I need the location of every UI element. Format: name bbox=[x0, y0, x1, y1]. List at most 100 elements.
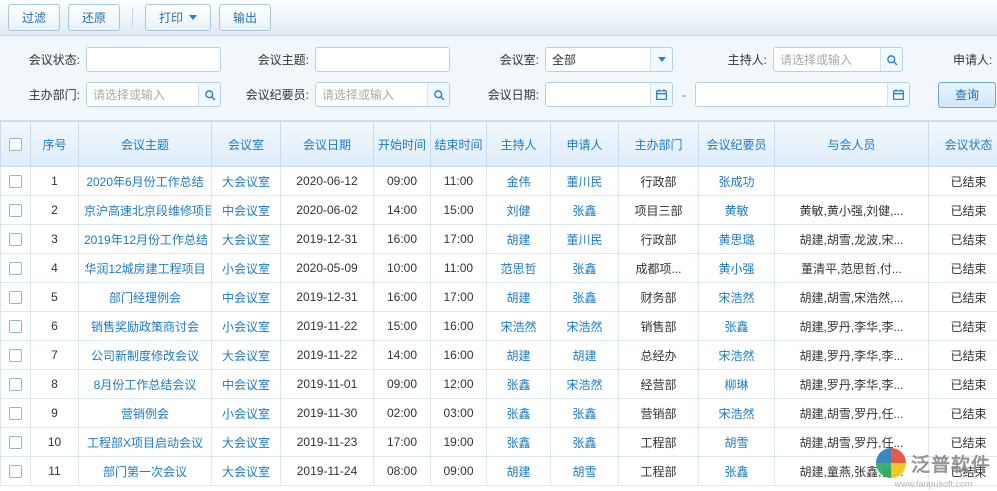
cell-host[interactable]: 胡建 bbox=[487, 283, 551, 312]
meeting-subject-input[interactable] bbox=[316, 48, 449, 71]
column-header-end[interactable]: 结束时间 bbox=[431, 122, 487, 167]
row-checkbox[interactable] bbox=[9, 262, 22, 275]
cell-room[interactable]: 大会议室 bbox=[212, 428, 281, 457]
table-row[interactable]: 10工程部X项目启动会议大会议室2019-11-2317:0019:00张鑫张鑫… bbox=[1, 428, 997, 457]
cell-recorder[interactable]: 黄小强 bbox=[699, 254, 775, 283]
meeting-room-select[interactable]: 全部 bbox=[545, 47, 673, 72]
table-row[interactable]: 9营销例会小会议室2019-11-3002:0003:00张鑫张鑫营销部宋浩然胡… bbox=[1, 399, 997, 428]
cell-host[interactable]: 张鑫 bbox=[487, 370, 551, 399]
column-header-date[interactable]: 会议日期 bbox=[281, 122, 374, 167]
recorder-search-zone[interactable] bbox=[427, 83, 449, 106]
row-checkbox[interactable] bbox=[9, 175, 22, 188]
cell-host[interactable]: 范思哲 bbox=[487, 254, 551, 283]
cell-recorder[interactable]: 黄思璐 bbox=[699, 225, 775, 254]
column-header-start[interactable]: 开始时间 bbox=[374, 122, 431, 167]
cell-applicant[interactable]: 张鑫 bbox=[551, 196, 619, 225]
print-button[interactable]: 打印 bbox=[145, 4, 211, 31]
column-header-room[interactable]: 会议室 bbox=[212, 122, 281, 167]
meeting-room-dropdown-zone[interactable] bbox=[650, 48, 672, 71]
column-header-host[interactable]: 主持人 bbox=[487, 122, 551, 167]
export-button[interactable]: 输出 bbox=[219, 4, 271, 31]
cell-host[interactable]: 胡建 bbox=[487, 457, 551, 486]
cell-room[interactable]: 中会议室 bbox=[212, 370, 281, 399]
select-all-checkbox[interactable] bbox=[9, 138, 22, 151]
cell-recorder[interactable]: 宋浩然 bbox=[699, 283, 775, 312]
query-button[interactable]: 查询 bbox=[938, 82, 996, 108]
column-header-dept[interactable]: 主办部门 bbox=[619, 122, 699, 167]
cell-recorder[interactable]: 柳琳 bbox=[699, 370, 775, 399]
table-row[interactable]: 6销售奖励政策商讨会小会议室2019-11-2215:0016:00宋浩然宋浩然… bbox=[1, 312, 997, 341]
cell-recorder[interactable]: 宋浩然 bbox=[699, 399, 775, 428]
table-row[interactable]: 88月份工作总结会议中会议室2019-11-0109:0012:00张鑫宋浩然经… bbox=[1, 370, 997, 399]
cell-room[interactable]: 中会议室 bbox=[212, 283, 281, 312]
cell-subject[interactable]: 工程部X项目启动会议 bbox=[79, 428, 212, 457]
restore-button[interactable]: 还原 bbox=[68, 4, 120, 31]
table-row[interactable]: 32019年12月份工作总结大会议室2019-12-3116:0017:00胡建… bbox=[1, 225, 997, 254]
column-header-status[interactable]: 会议状态 bbox=[929, 122, 997, 167]
cell-host[interactable]: 胡建 bbox=[487, 225, 551, 254]
cell-subject[interactable]: 华润12城房建工程项目 bbox=[79, 254, 212, 283]
cell-host[interactable]: 刘健 bbox=[487, 196, 551, 225]
cell-host[interactable]: 张鑫 bbox=[487, 399, 551, 428]
table-row[interactable]: 12020年6月份工作总结大会议室2020-06-1209:0011:00金伟董… bbox=[1, 167, 997, 196]
column-header-seq[interactable]: 序号 bbox=[31, 122, 79, 167]
row-checkbox[interactable] bbox=[9, 291, 22, 304]
cell-room[interactable]: 大会议室 bbox=[212, 225, 281, 254]
column-header-applicant[interactable]: 申请人 bbox=[551, 122, 619, 167]
cell-room[interactable]: 小会议室 bbox=[212, 399, 281, 428]
date-from-calendar-zone[interactable] bbox=[650, 83, 672, 106]
column-header-attendees[interactable]: 与会人员 bbox=[775, 122, 929, 167]
cell-subject[interactable]: 8月份工作总结会议 bbox=[79, 370, 212, 399]
cell-host[interactable]: 张鑫 bbox=[487, 428, 551, 457]
cell-applicant[interactable]: 张鑫 bbox=[551, 428, 619, 457]
cell-applicant[interactable]: 宋浩然 bbox=[551, 312, 619, 341]
table-row[interactable]: 11部门第一次会议大会议室2019-11-2408:0009:00胡建胡雪工程部… bbox=[1, 457, 997, 486]
row-checkbox[interactable] bbox=[9, 378, 22, 391]
meeting-status-input[interactable] bbox=[87, 48, 220, 71]
row-checkbox[interactable] bbox=[9, 320, 22, 333]
row-checkbox[interactable] bbox=[9, 465, 22, 478]
host-search-zone[interactable] bbox=[880, 48, 902, 71]
cell-room[interactable]: 小会议室 bbox=[212, 312, 281, 341]
column-header-recorder[interactable]: 会议纪要员 bbox=[699, 122, 775, 167]
column-header-subject[interactable]: 会议主题 bbox=[79, 122, 212, 167]
cell-recorder[interactable]: 胡雪 bbox=[699, 428, 775, 457]
cell-room[interactable]: 小会议室 bbox=[212, 254, 281, 283]
cell-host[interactable]: 金伟 bbox=[487, 167, 551, 196]
filter-button[interactable]: 过滤 bbox=[8, 4, 60, 31]
cell-subject[interactable]: 部门经理例会 bbox=[79, 283, 212, 312]
cell-subject[interactable]: 2020年6月份工作总结 bbox=[79, 167, 212, 196]
cell-recorder[interactable]: 张鑫 bbox=[699, 312, 775, 341]
table-row[interactable]: 5部门经理例会中会议室2019-12-3116:0017:00胡建张鑫财务部宋浩… bbox=[1, 283, 997, 312]
cell-recorder[interactable]: 宋浩然 bbox=[699, 341, 775, 370]
row-checkbox[interactable] bbox=[9, 436, 22, 449]
cell-applicant[interactable]: 董川民 bbox=[551, 225, 619, 254]
organizing-dept-search-zone[interactable] bbox=[198, 83, 220, 106]
cell-host[interactable]: 胡建 bbox=[487, 341, 551, 370]
cell-applicant[interactable]: 张鑫 bbox=[551, 254, 619, 283]
cell-recorder[interactable]: 黄敏 bbox=[699, 196, 775, 225]
cell-subject[interactable]: 部门第一次会议 bbox=[79, 457, 212, 486]
cell-subject[interactable]: 公司新制度修改会议 bbox=[79, 341, 212, 370]
cell-applicant[interactable]: 宋浩然 bbox=[551, 370, 619, 399]
cell-room[interactable]: 中会议室 bbox=[212, 196, 281, 225]
cell-recorder[interactable]: 张成功 bbox=[699, 167, 775, 196]
cell-subject[interactable]: 2019年12月份工作总结 bbox=[79, 225, 212, 254]
cell-room[interactable]: 大会议室 bbox=[212, 167, 281, 196]
cell-subject[interactable]: 京沪高速北京段维修项目 bbox=[79, 196, 212, 225]
table-row[interactable]: 2京沪高速北京段维修项目中会议室2020-06-0214:0015:00刘健张鑫… bbox=[1, 196, 997, 225]
table-row[interactable]: 4华润12城房建工程项目小会议室2020-05-0910:0011:00范思哲张… bbox=[1, 254, 997, 283]
cell-room[interactable]: 大会议室 bbox=[212, 457, 281, 486]
cell-applicant[interactable]: 张鑫 bbox=[551, 399, 619, 428]
date-to-calendar-zone[interactable] bbox=[887, 83, 909, 106]
date-to-input[interactable] bbox=[696, 83, 909, 106]
cell-recorder[interactable]: 张鑫 bbox=[699, 457, 775, 486]
cell-applicant[interactable]: 胡雪 bbox=[551, 457, 619, 486]
row-checkbox[interactable] bbox=[9, 349, 22, 362]
cell-room[interactable]: 大会议室 bbox=[212, 341, 281, 370]
row-checkbox[interactable] bbox=[9, 204, 22, 217]
table-row[interactable]: 7公司新制度修改会议大会议室2019-11-2214:0016:00胡建胡建总经… bbox=[1, 341, 997, 370]
cell-subject[interactable]: 销售奖励政策商讨会 bbox=[79, 312, 212, 341]
cell-subject[interactable]: 营销例会 bbox=[79, 399, 212, 428]
row-checkbox[interactable] bbox=[9, 233, 22, 246]
